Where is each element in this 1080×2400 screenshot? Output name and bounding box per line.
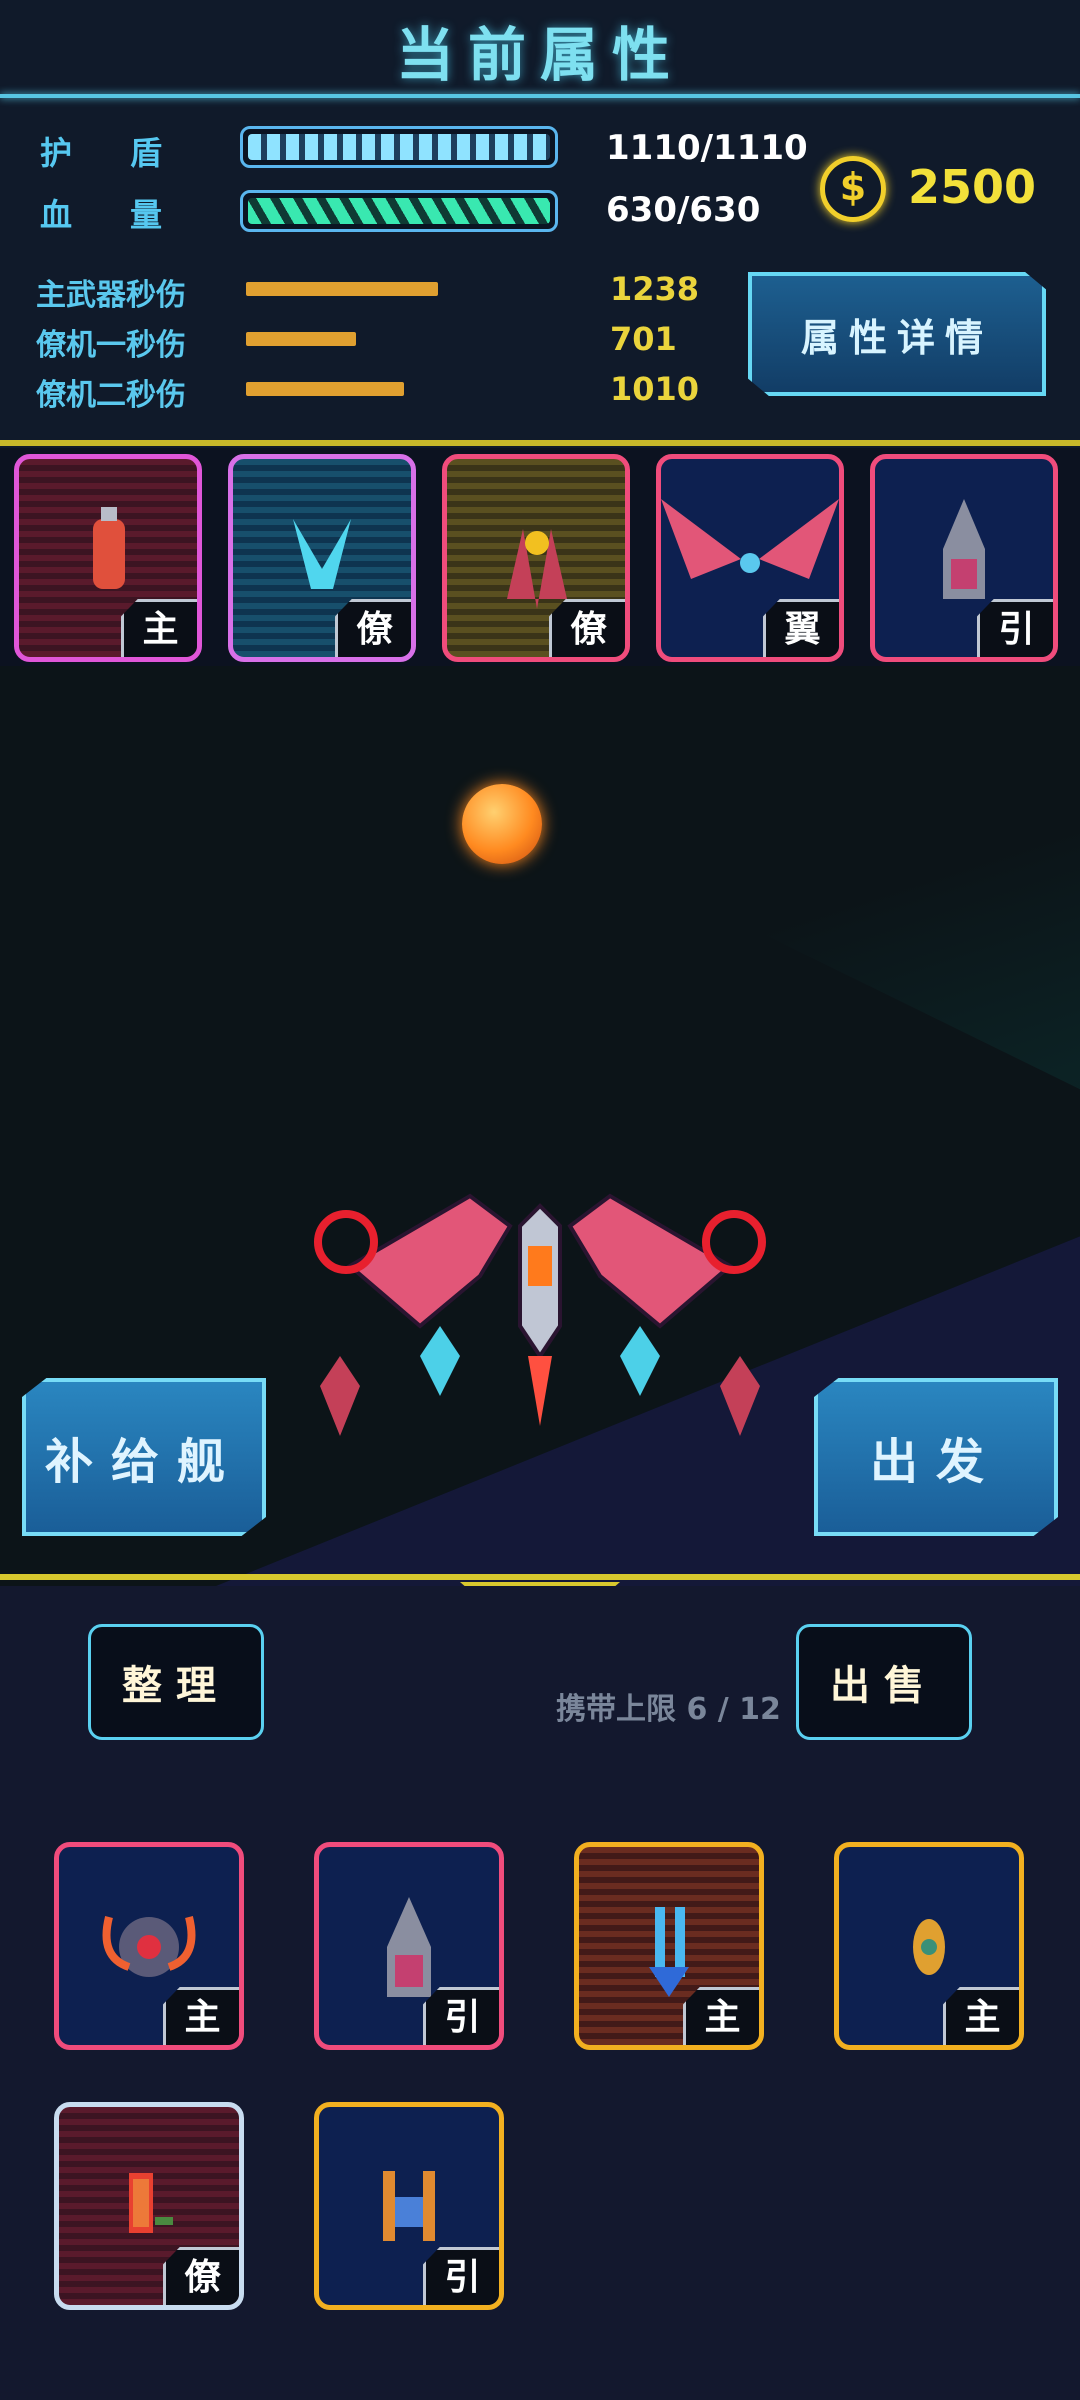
depart-button[interactable]: 出发 [814, 1378, 1058, 1536]
shield-value: 1110/1110 [606, 128, 808, 168]
gold-amount: 2500 [908, 160, 1037, 214]
slot-type-tag: 主 [121, 599, 197, 657]
inventory-item[interactable]: 主 [834, 1842, 1024, 2050]
slot-type-tag: 翼 [763, 599, 839, 657]
shield-label: 护盾 [40, 134, 221, 172]
inventory-item[interactable]: 引 [314, 1842, 504, 2050]
shield-bar-fill [248, 134, 550, 160]
item-type-tag: 主 [943, 1987, 1019, 2045]
main-weapon-dps-value: 1238 [610, 270, 700, 308]
attribute-detail-label: 属性详情 [800, 315, 993, 360]
item-type-tag: 引 [423, 2247, 499, 2305]
equipped-slot-main-weapon[interactable]: 主 [14, 454, 202, 662]
divider [0, 94, 1080, 98]
hp-bar [240, 190, 558, 232]
equipped-slot-engine[interactable]: 引 [870, 454, 1058, 662]
page-title: 当前属性 [395, 21, 684, 89]
drone-one-dps-bar [246, 332, 356, 346]
drone-two-dps-bar [246, 382, 404, 396]
supply-ship-button[interactable]: 补给舰 [22, 1378, 266, 1536]
stats-panel: 当前属性 护盾 1110/1110 血量 630/630 $ 2500 主武器秒… [0, 0, 1080, 448]
coin-icon: $ [820, 156, 886, 222]
equipped-slot-drone-one[interactable]: 僚 [228, 454, 416, 662]
divider [0, 1574, 1080, 1580]
inventory-item[interactable]: 主 [54, 1842, 244, 2050]
carry-limit-text: 携带上限 6 / 12 [556, 1692, 781, 1727]
equipped-slot-drone-two[interactable]: 僚 [442, 454, 630, 662]
equipped-slot-wing[interactable]: 翼 [656, 454, 844, 662]
item-type-tag: 主 [163, 1987, 239, 2045]
main-weapon-dps-label: 主武器秒伤 [36, 278, 186, 313]
player-ship [314, 1193, 766, 1426]
sell-label: 出售 [830, 1663, 938, 1709]
item-type-tag: 引 [423, 1987, 499, 2045]
sell-button[interactable]: 出售 [796, 1624, 972, 1740]
inventory-item[interactable]: 主 [574, 1842, 764, 2050]
attribute-detail-button[interactable]: 属性详情 [748, 272, 1046, 396]
item-type-tag: 僚 [163, 2247, 239, 2305]
main-weapon-dps-bar [246, 282, 438, 296]
slot-type-tag: 僚 [549, 599, 625, 657]
drone-two-dps-value: 1010 [610, 370, 700, 408]
depart-label: 出发 [869, 1434, 1002, 1490]
supply-ship-label: 补给舰 [44, 1434, 243, 1490]
slot-type-tag: 僚 [335, 599, 411, 657]
sort-button[interactable]: 整理 [88, 1624, 264, 1740]
sort-label: 整理 [122, 1663, 230, 1709]
hp-label: 血量 [40, 196, 221, 234]
drone-two-dps-label: 僚机二秒伤 [36, 378, 186, 413]
divider [0, 440, 1080, 446]
hp-value: 630/630 [606, 190, 761, 230]
slot-type-tag: 引 [977, 599, 1053, 657]
shield-bar [240, 126, 558, 168]
inventory-item[interactable]: 僚 [54, 2102, 244, 2310]
battle-scene: 补给舰 出发 [0, 666, 1080, 1586]
drone-one-dps-value: 701 [610, 320, 677, 358]
inventory-item[interactable]: 引 [314, 2102, 504, 2310]
hp-bar-fill [248, 198, 550, 224]
drone-one-dps-label: 僚机一秒伤 [36, 328, 186, 363]
item-type-tag: 主 [683, 1987, 759, 2045]
